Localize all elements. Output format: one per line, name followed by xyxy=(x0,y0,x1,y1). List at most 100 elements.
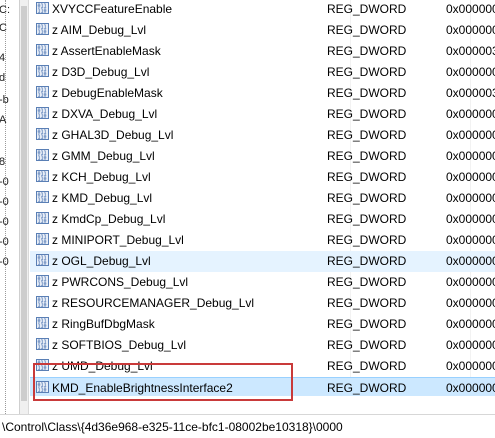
reg-binary-value-icon: 011 110 xyxy=(36,44,49,57)
value-name-text: z DXVA_Debug_Lvl xyxy=(52,107,158,121)
value-type-cell: REG_DWORD xyxy=(327,338,407,352)
value-name-text: z KMD_Debug_Lvl xyxy=(52,191,153,205)
value-name-cell: 011 110 z DebugEnableMask xyxy=(36,86,163,100)
value-type-cell: REG_DWORD xyxy=(327,275,407,289)
registry-value-row[interactable]: 011 110 z GHAL3D_Debug_Lvl REG_DWORD 0x00000… xyxy=(30,125,495,146)
registry-value-row[interactable]: 011 110 z RingBufDbgMask REG_DWORD 0x000000 xyxy=(30,314,495,335)
reg-binary-value-icon: 011 110 xyxy=(36,128,49,141)
value-data-cell: 0x000000 xyxy=(446,212,495,226)
value-type-cell: REG_DWORD xyxy=(327,317,407,331)
value-name-text: z GHAL3D_Debug_Lvl xyxy=(52,128,174,142)
value-name-text: z RESOURCEMANAGER_Debug_Lvl xyxy=(52,296,255,310)
reg-binary-value-icon: 011 110 xyxy=(36,254,49,267)
value-type-cell: REG_DWORD xyxy=(327,2,407,16)
svg-text:110: 110 xyxy=(38,303,47,309)
registry-value-row[interactable]: 011 110 z RESOURCEMANAGER_Debug_Lvl REG_DWO… xyxy=(30,293,495,314)
registry-values-list[interactable]: 011 110 XVYCCFeatureEnable REG_DWORD 0x00000… xyxy=(30,0,495,396)
value-name-cell: 011 110 z AIM_Debug_Lvl xyxy=(36,23,146,37)
value-name-text: z OGL_Debug_Lvl xyxy=(52,254,151,268)
registry-value-row[interactable]: 011 110 z D3D_Debug_Lvl REG_DWORD 0x000000 xyxy=(30,62,495,83)
registry-value-row[interactable]: 011 110 z DXVA_Debug_Lvl REG_DWORD 0x000000 xyxy=(30,104,495,125)
registry-value-row[interactable]: 011 110 z UMD_Debug_Lvl REG_DWORD 0x000000 xyxy=(30,356,495,377)
tree-node-fragment[interactable]: C: xyxy=(0,4,10,16)
tree-node-fragment[interactable]: d xyxy=(0,72,5,84)
tree-node-fragment[interactable]: 8 xyxy=(0,156,5,168)
value-name-text: z MINIPORT_Debug_Lvl xyxy=(52,233,184,247)
reg-binary-value-icon: 011 110 xyxy=(36,2,49,15)
value-name-cell: 011 110 z RingBufDbgMask xyxy=(36,317,155,331)
value-data-cell: 0x000000 xyxy=(446,65,495,79)
tree-node-fragment[interactable]: -0 xyxy=(0,176,9,188)
value-data-cell: 0x000000 xyxy=(446,149,495,163)
value-type-cell: REG_DWORD xyxy=(327,149,407,163)
tree-node-fragment[interactable]: A xyxy=(0,114,6,126)
value-name-text: XVYCCFeatureEnable xyxy=(52,2,173,16)
registry-value-row[interactable]: 011 110 z OGL_Debug_Lvl REG_DWORD 0x000000 xyxy=(30,251,495,272)
svg-text:110: 110 xyxy=(38,282,47,288)
tree-scrollbar-thumb[interactable] xyxy=(21,6,27,401)
reg-binary-value-icon: 011 110 xyxy=(36,317,49,330)
registry-value-row[interactable]: 011 110 z KCH_Debug_Lvl REG_DWORD 0x000000 xyxy=(30,167,495,188)
tree-scrollbar[interactable] xyxy=(20,0,29,414)
registry-value-row[interactable]: 011 110 z GMM_Debug_Lvl REG_DWORD 0x000000 xyxy=(30,146,495,167)
tree-node-fragment[interactable]: 4 xyxy=(0,52,5,64)
reg-binary-value-icon: 011 110 xyxy=(36,212,49,225)
value-name-text: z KCH_Debug_Lvl xyxy=(52,170,151,184)
value-name-cell: 011 110 z PWRCONS_Debug_Lvl xyxy=(36,275,188,289)
value-name-cell: 011 110 z AssertEnableMask xyxy=(36,44,161,58)
svg-text:110: 110 xyxy=(38,51,47,57)
tree-node-fragment[interactable]: -0 xyxy=(0,196,9,208)
svg-text:110: 110 xyxy=(38,30,47,36)
registry-value-row[interactable]: 011 110 z KMD_Debug_Lvl REG_DWORD 0x000000 xyxy=(30,188,495,209)
value-name-cell: 011 110 z KMD_Debug_Lvl xyxy=(36,191,152,205)
reg-binary-value-icon: 011 110 xyxy=(36,338,49,351)
value-name-cell: 011 110 z DXVA_Debug_Lvl xyxy=(36,107,157,121)
value-name-cell: 011 110 z KCH_Debug_Lvl xyxy=(36,170,151,184)
value-data-cell: 0x000000 xyxy=(446,359,495,373)
reg-binary-value-icon: 011 110 xyxy=(36,107,49,120)
registry-value-row[interactable]: 011 110 z SOFTBIOS_Debug_Lvl REG_DWORD 0x000… xyxy=(30,335,495,356)
registry-value-row[interactable]: 011 110 z KmdCp_Debug_Lvl REG_DWORD 0x000000 xyxy=(30,209,495,230)
tree-node-fragment[interactable]: C xyxy=(0,22,7,34)
value-type-cell: REG_DWORD xyxy=(327,212,407,226)
value-name-text: z AssertEnableMask xyxy=(52,44,161,58)
value-type-cell: REG_DWORD xyxy=(327,128,407,142)
tree-node-fragment[interactable]: -0 xyxy=(0,236,9,248)
svg-text:110: 110 xyxy=(38,366,47,372)
value-type-cell: REG_DWORD xyxy=(327,381,407,395)
registry-value-row[interactable]: 011 110 XVYCCFeatureEnable REG_DWORD 0x00000… xyxy=(30,0,495,20)
registry-value-row[interactable]: 011 110 KMD_EnableBrightnessInterface2 REG_… xyxy=(30,377,495,396)
registry-value-row[interactable]: 011 110 z MINIPORT_Debug_Lvl REG_DWORD 0x000… xyxy=(30,230,495,251)
tree-node-fragment[interactable]: -0 xyxy=(0,256,9,268)
value-name-cell: 011 110 z GHAL3D_Debug_Lvl xyxy=(36,128,173,142)
reg-binary-value-icon: 011 110 xyxy=(36,65,49,78)
reg-binary-value-icon: 011 110 xyxy=(36,359,49,372)
value-data-cell: 0x000003 xyxy=(446,86,495,100)
value-data-cell: 0x000000 xyxy=(446,254,495,268)
value-name-text: z D3D_Debug_Lvl xyxy=(52,65,150,79)
value-name-cell: 011 110 XVYCCFeatureEnable xyxy=(36,2,172,16)
registry-value-row[interactable]: 011 110 z PWRCONS_Debug_Lvl REG_DWORD 0x0000… xyxy=(30,272,495,293)
value-type-cell: REG_DWORD xyxy=(327,44,407,58)
value-name-cell: 011 110 z MINIPORT_Debug_Lvl xyxy=(36,233,184,247)
value-data-cell: 0x000000 xyxy=(446,296,495,310)
value-type-cell: REG_DWORD xyxy=(327,23,407,37)
value-name-cell: 011 110 z KmdCp_Debug_Lvl xyxy=(36,212,165,226)
svg-text:110: 110 xyxy=(38,261,47,267)
value-data-cell: 0x000000 xyxy=(446,338,495,352)
tree-node-fragment[interactable]: -b xyxy=(0,94,9,106)
registry-value-row[interactable]: 011 110 z DebugEnableMask REG_DWORD 0x000003 xyxy=(30,83,495,104)
value-name-text: z PWRCONS_Debug_Lvl xyxy=(52,275,189,289)
value-name-cell: 011 110 z RESOURCEMANAGER_Debug_Lvl xyxy=(36,296,254,310)
value-name-cell: 011 110 z D3D_Debug_Lvl xyxy=(36,65,149,79)
tree-node-fragment[interactable]: -0 xyxy=(0,216,9,228)
registry-tree-pane[interactable]: C: C 4 d -b A 8 -0 -0 -0 -0 -0 xyxy=(0,0,20,414)
value-name-cell: 011 110 z SOFTBIOS_Debug_Lvl xyxy=(36,338,186,352)
registry-value-row[interactable]: 011 110 z AssertEnableMask REG_DWORD 0x00000… xyxy=(30,41,495,62)
registry-value-row[interactable]: 011 110 z AIM_Debug_Lvl REG_DWORD 0x000000 xyxy=(30,20,495,41)
svg-text:110: 110 xyxy=(38,177,47,183)
value-name-text: z UMD_Debug_Lvl xyxy=(52,359,153,373)
value-data-cell: 0x000000 xyxy=(446,233,495,247)
value-data-cell: 0x000000 xyxy=(446,275,495,289)
svg-text:110: 110 xyxy=(38,388,47,394)
